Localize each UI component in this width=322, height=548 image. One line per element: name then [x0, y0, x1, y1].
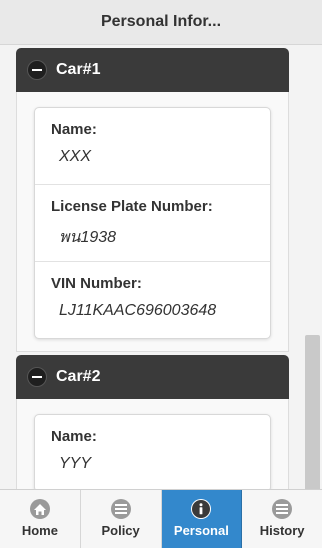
tab-home[interactable]: Home: [0, 490, 81, 548]
info-icon: [191, 499, 212, 519]
minus-icon[interactable]: [27, 367, 47, 387]
minus-icon[interactable]: [27, 60, 47, 80]
tab-label: Home: [21, 523, 58, 538]
tab-policy[interactable]: Policy: [81, 490, 162, 548]
home-icon: [29, 499, 50, 519]
field-label: VIN Number:: [51, 275, 142, 292]
car-section-title: Car#2: [56, 368, 101, 385]
tab-personal[interactable]: Personal: [161, 490, 243, 548]
car-section-body: Name: XXX License Plate Number: พน1938 V…: [16, 92, 289, 352]
bottom-tab-bar: Home Policy Personal History: [0, 489, 322, 548]
tab-label: History: [259, 523, 305, 538]
car-details-card: Name: XXX License Plate Number: พน1938 V…: [34, 107, 271, 339]
tab-label: Personal: [173, 523, 229, 538]
list-icon: [110, 499, 131, 519]
field-license-plate: License Plate Number: พน1938: [35, 185, 270, 262]
field-value: XXX: [59, 148, 92, 165]
car-section-header-2[interactable]: Car#2: [16, 355, 289, 399]
page-title: Personal Infor...: [100, 13, 222, 30]
field-value: พน1938: [59, 229, 117, 246]
page-header: Personal Infor...: [0, 0, 322, 45]
scrollbar-thumb[interactable]: [305, 335, 320, 489]
car-section-2: Car#2 Name: YYY: [16, 355, 289, 489]
field-value: YYY: [59, 455, 92, 472]
car-section-title: Car#1: [56, 61, 101, 78]
field-name: Name: YYY: [35, 415, 270, 489]
car-section-1: Car#1 Name: XXX License Plate Number: พน…: [16, 48, 289, 352]
tab-history[interactable]: History: [242, 490, 322, 548]
field-label: Name:: [51, 428, 97, 445]
car-section-body: Name: YYY: [16, 399, 289, 489]
field-name: Name: XXX: [35, 108, 270, 185]
field-label: License Plate Number:: [51, 198, 213, 215]
car-details-card: Name: YYY: [34, 414, 271, 489]
tab-label: Policy: [101, 523, 140, 538]
car-section-header-1[interactable]: Car#1: [16, 48, 289, 92]
content-area[interactable]: Car#1 Name: XXX License Plate Number: พน…: [0, 45, 322, 489]
field-label: Name:: [51, 121, 97, 138]
field-value: LJ11KAAC696003648: [59, 302, 217, 319]
field-vin: VIN Number: LJ11KAAC696003648: [35, 262, 270, 338]
list-icon: [272, 499, 293, 519]
